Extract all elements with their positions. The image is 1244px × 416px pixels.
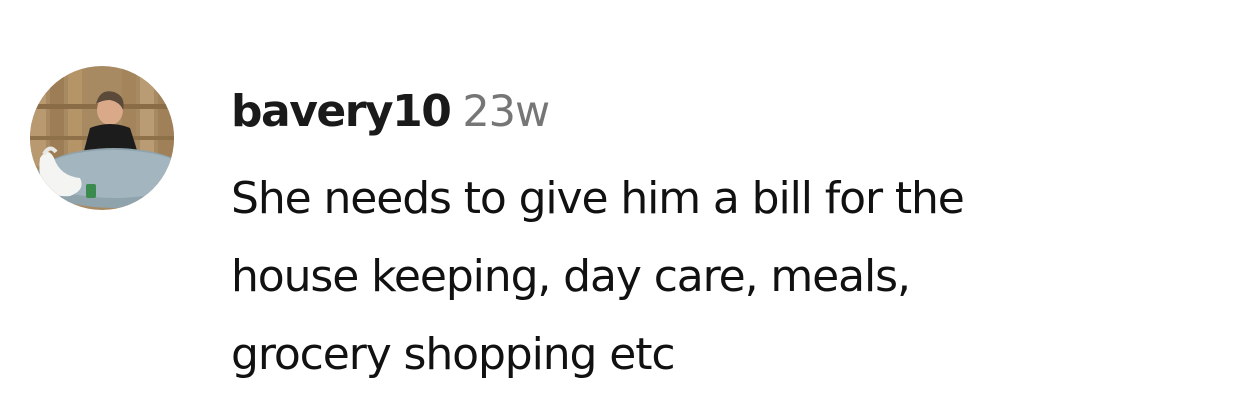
comment-text-line: house keeping, day care, meals, [231, 251, 911, 302]
comment-text-line: She needs to give him a bill for the [231, 173, 965, 224]
comment-header: bavery10 23w [231, 82, 550, 151]
comment: bavery10 23w She needs to give him a bill… [0, 0, 1244, 416]
username-link[interactable]: bavery10 [231, 86, 452, 137]
timestamp[interactable]: 23w [462, 87, 550, 137]
user-avatar[interactable] [30, 66, 174, 210]
comment-text: She needs to give him a bill for the hou… [231, 160, 1231, 394]
comment-text-line: grocery shopping etc [231, 329, 676, 380]
avatar-photo-icon [30, 66, 174, 210]
